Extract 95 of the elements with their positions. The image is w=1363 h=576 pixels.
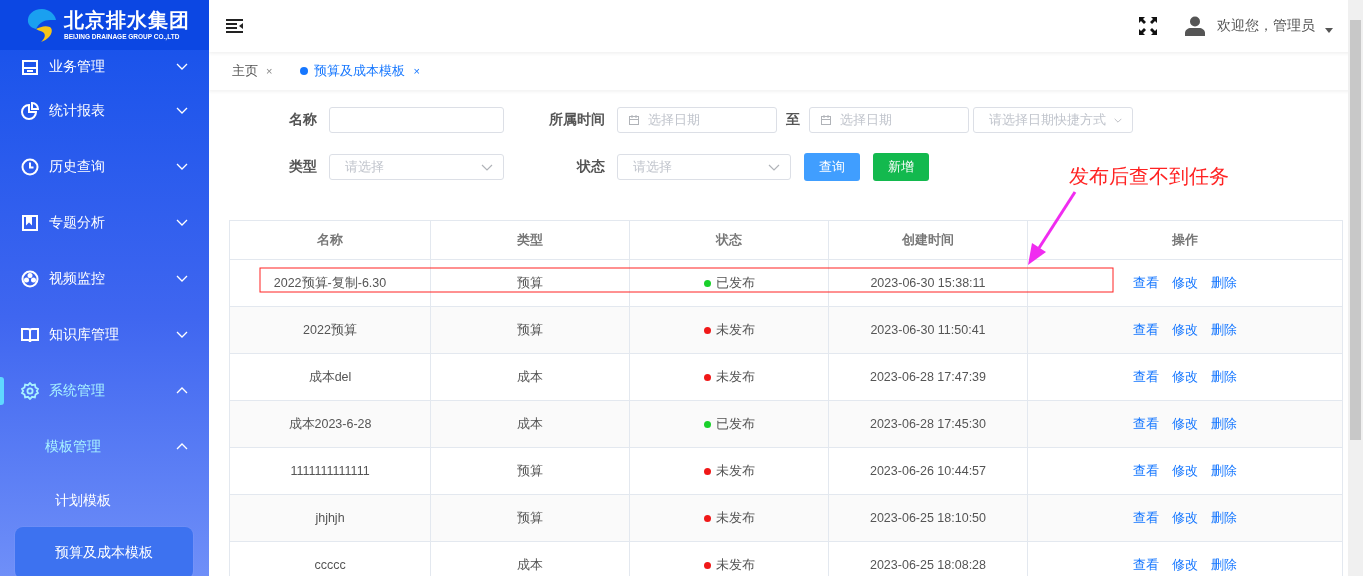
action-link[interactable]: 查看 [1133,415,1159,433]
column-header: 状态 [629,220,829,260]
action-link[interactable]: 修改 [1172,462,1198,480]
clock-icon [21,158,39,176]
column-header: 名称 [229,220,431,260]
sidebar-menu-item[interactable]: 历史查询 [0,139,209,195]
status-label: 未发布 [703,368,755,386]
column-header: 类型 [430,220,630,260]
name-input[interactable] [329,107,504,133]
close-icon[interactable]: × [413,65,420,77]
table-cell: ccccc [229,541,431,576]
action-link[interactable]: 查看 [1133,368,1159,386]
status-label: 未发布 [703,556,755,574]
add-button[interactable]: 新增 [873,153,929,181]
book-icon [21,326,39,344]
user-greeting[interactable]: 欢迎您，管理员 [1217,17,1315,35]
tab[interactable]: 主页 × [232,62,273,80]
annotation-text: 发布后查不到任务 [1069,164,1229,189]
sidebar-menu-item[interactable]: 系统管理 [0,363,209,419]
column-header: 创建时间 [828,220,1028,260]
fullscreen-icon[interactable] [1139,17,1157,35]
calendar-icon [628,114,640,126]
sidebar-submenu-item[interactable]: 计划模板 [15,475,193,527]
sidebar-menu-item[interactable]: 专题分析 [0,195,209,251]
bookmark-icon [21,214,39,232]
action-link[interactable]: 修改 [1172,321,1198,339]
action-link[interactable]: 查看 [1133,321,1159,339]
action-link[interactable]: 删除 [1211,415,1237,433]
sidebar-submenu-item[interactable]: 模板管理 [0,419,209,475]
sidebar-submenu-item[interactable]: 预算及成本模板 [15,527,193,576]
table-cell: 2022预算 [229,306,431,354]
chevron-down-icon [768,163,780,171]
table-cell: 成本 [430,353,630,401]
field-label: 名称 [288,111,317,129]
action-link[interactable]: 删除 [1211,462,1237,480]
table-cell: 2022预算-复制-6.30 [229,259,431,307]
pie-chart-icon [21,102,39,120]
table-cell: 成本 [430,400,630,448]
table-cell: 2023-06-30 15:38:11 [828,259,1028,307]
table-cell: 2023-06-28 17:47:39 [828,353,1028,401]
settings-icon [21,382,39,400]
caret-icon[interactable] [1325,27,1333,33]
user-icon [1185,16,1205,36]
field-label: 所属时间 [548,111,605,129]
table-cell: 成本2023-6-28 [229,400,431,448]
logo-title: 北京排水集团 [64,9,190,31]
action-link[interactable]: 删除 [1211,321,1237,339]
table-cell: 2023-06-28 17:45:30 [828,400,1028,448]
action-link[interactable]: 删除 [1211,274,1237,292]
status-label: 未发布 [703,321,755,339]
action-link[interactable]: 删除 [1211,509,1237,527]
status-label: 未发布 [703,509,755,527]
close-icon[interactable]: × [266,65,273,77]
table-cell: 2023-06-26 10:44:57 [828,447,1028,495]
logo-icon [26,7,58,43]
table-cell: 预算 [430,259,630,307]
calendar-icon [820,114,832,126]
table-cell: jhjhjh [229,494,431,542]
table-cell: 1111111111111 [229,447,431,495]
table-cell: 2023-06-25 18:10:50 [828,494,1028,542]
action-link[interactable]: 修改 [1172,368,1198,386]
table-cell: 预算 [430,447,630,495]
field-label: 类型 [288,158,317,176]
action-link[interactable]: 修改 [1172,274,1198,292]
film-reel-icon [21,270,39,288]
column-header: 操作 [1027,220,1343,260]
sidebar-menu-item[interactable]: 视频监控 [0,251,209,307]
sidebar-menu-item[interactable]: 业务管理 [0,50,209,83]
table-cell: 成本del [229,353,431,401]
status-label: 未发布 [703,462,755,480]
field-label: 状态 [575,158,605,176]
sidebar-menu-item[interactable]: 统计报表 [0,83,209,139]
table-cell: 预算 [430,306,630,354]
table-cell: 2023-06-30 11:50:41 [828,306,1028,354]
table-cell: 预算 [430,494,630,542]
status-label: 已发布 [703,274,755,292]
field-label: 至 [786,111,800,129]
action-link[interactable]: 删除 [1211,556,1237,574]
status-label: 已发布 [703,415,755,433]
action-link[interactable]: 查看 [1133,509,1159,527]
chevron-down-icon [1114,116,1122,124]
chevron-down-icon [481,163,493,171]
action-link[interactable]: 修改 [1172,509,1198,527]
tab[interactable]: 预算及成本模板 × [300,62,420,80]
action-link[interactable]: 修改 [1172,556,1198,574]
menu-icon[interactable] [226,19,244,33]
action-link[interactable]: 查看 [1133,462,1159,480]
scrollbar[interactable] [1348,0,1363,576]
action-link[interactable]: 查看 [1133,274,1159,292]
search-button[interactable]: 查询 [804,153,860,181]
action-link[interactable]: 修改 [1172,415,1198,433]
calendar-icon [21,57,39,76]
sidebar-menu-item[interactable]: 知识库管理 [0,307,209,363]
action-link[interactable]: 查看 [1133,556,1159,574]
action-link[interactable]: 删除 [1211,368,1237,386]
